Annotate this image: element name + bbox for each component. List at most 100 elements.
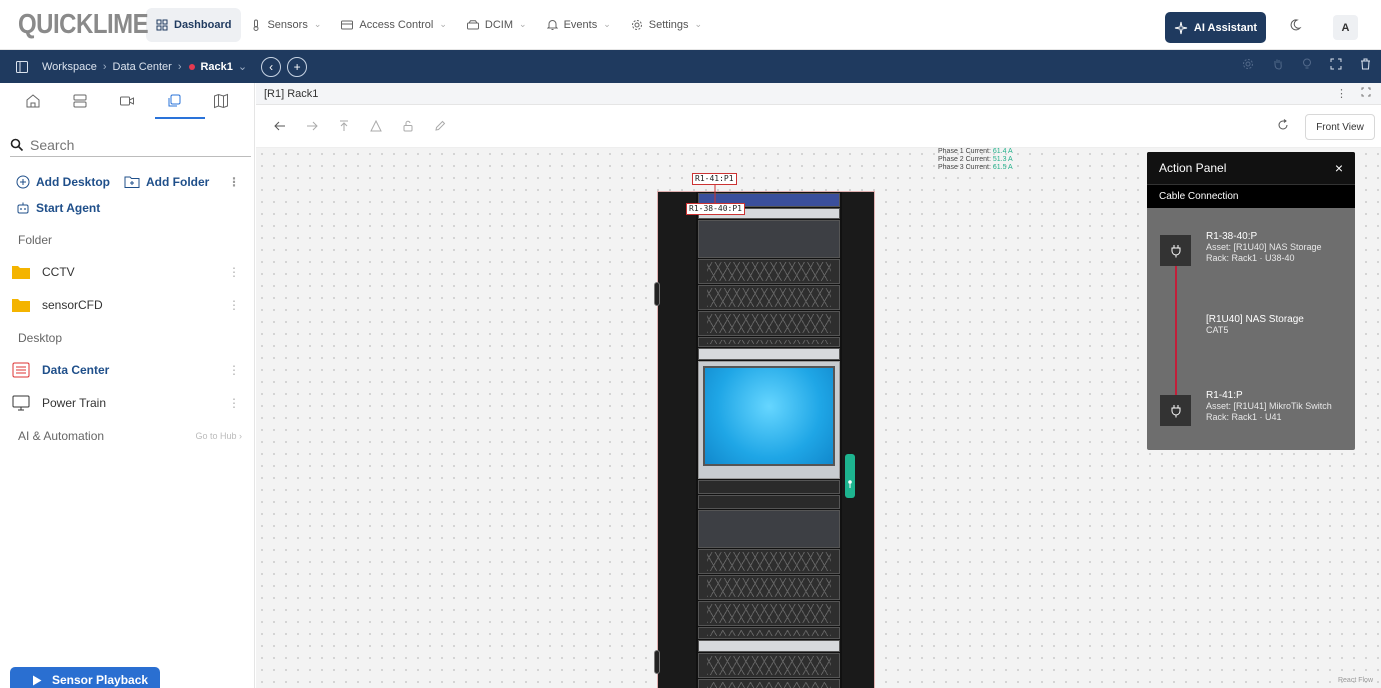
start-agent-button[interactable]: Start Agent (16, 201, 254, 215)
nav-settings[interactable]: Settings ⌄ (621, 8, 712, 42)
sensor-playback-button[interactable]: Sensor Playback (10, 667, 160, 688)
ai-assistant-label: AI Assistant (1193, 21, 1258, 34)
more-options-icon[interactable]: ⋮ (228, 396, 240, 410)
rack-unit-server[interactable] (698, 285, 840, 310)
tab-map[interactable] (201, 93, 241, 109)
plug-icon[interactable] (1160, 395, 1191, 426)
rack-canvas[interactable]: Phase 1 Current: 61.4 A Phase 2 Current:… (256, 148, 1381, 688)
more-options-icon[interactable]: ⋮ (228, 363, 240, 377)
nav-events[interactable]: Events ⌄ (537, 8, 621, 42)
cable-connector-line (1175, 266, 1177, 396)
chevron-right-icon: › (102, 60, 107, 73)
rack-unit-switch[interactable] (698, 348, 840, 360)
go-to-hub-link[interactable]: Go to Hub › (195, 431, 242, 441)
tab-cameras[interactable] (107, 93, 147, 109)
tab-home[interactable] (13, 93, 53, 109)
port-tag-r1-38-40[interactable]: R1-38-40:P1 (686, 203, 745, 215)
breadcrumb-data-center[interactable]: Data Center (113, 61, 172, 73)
rack-unit-patch-panel[interactable] (698, 480, 840, 494)
fullscreen-icon[interactable] (1330, 58, 1342, 70)
phase-1-readout: Phase 1 Current: 61.4 A (938, 148, 1013, 155)
rack-unit-server[interactable] (698, 653, 840, 678)
breadcrumb-actions (1242, 58, 1371, 70)
trash-icon[interactable] (1360, 58, 1371, 70)
close-icon[interactable]: × (1335, 160, 1343, 176)
add-button[interactable]: + (287, 56, 308, 77)
rack-unit-nas-storage[interactable] (698, 510, 840, 548)
pencil-icon[interactable] (434, 120, 446, 132)
cable-destination: R1-41:P Asset: [R1U41] MikroTik Switch R… (1206, 390, 1332, 423)
front-view-button[interactable]: Front View (1305, 114, 1375, 140)
bulb-icon[interactable] (1302, 58, 1312, 70)
folder-section-label: Folder (18, 233, 53, 247)
gear-icon (631, 19, 642, 30)
rack-door-handle[interactable] (654, 282, 660, 306)
folder-item-cctv[interactable]: CCTV ⋮ (0, 255, 254, 288)
breadcrumb-rack[interactable]: Rack1 ⌄ (189, 60, 247, 73)
add-folder-button[interactable]: Add Folder (124, 175, 209, 189)
nav-dcim[interactable]: DCIM ⌄ (457, 8, 537, 42)
sidebar-toggle-icon[interactable] (16, 60, 28, 73)
arrow-up-to-top-icon[interactable] (338, 120, 350, 132)
desktop-item-power-train[interactable]: Power Train ⋮ (0, 386, 254, 419)
desktop-item-data-center[interactable]: Data Center ⋮ (0, 353, 254, 386)
rack-unit-server[interactable] (698, 679, 840, 688)
add-desktop-label: Add Desktop (36, 175, 111, 189)
door-lock-icon[interactable] (845, 454, 855, 498)
rack-unit-switch[interactable] (698, 640, 840, 652)
rack-door-handle[interactable] (654, 650, 660, 674)
rack-unit-kvm-monitor[interactable] (698, 361, 840, 479)
port-tag-r1-41[interactable]: R1-41:P1 (692, 173, 737, 185)
sparkle-icon (1174, 21, 1188, 34)
source-rack: Rack: Rack1 · U38-40 (1206, 253, 1295, 263)
more-options-icon[interactable]: ⋮ (1336, 87, 1347, 100)
search-input[interactable] (30, 136, 230, 153)
tab-layers[interactable] (154, 93, 194, 109)
rack-unit-server[interactable] (698, 575, 840, 600)
ai-assistant-button[interactable]: AI Assistant (1165, 12, 1266, 43)
avatar[interactable]: A (1333, 15, 1358, 40)
more-options-icon[interactable]: ⋮ (228, 265, 240, 279)
rack-unit-server[interactable] (698, 601, 840, 626)
rack-unit-server[interactable] (698, 311, 840, 336)
cable-source: R1-38-40:P Asset: [R1U40] NAS Storage Ra… (1206, 231, 1322, 264)
refresh-icon[interactable] (1277, 119, 1289, 131)
chevron-down-icon: ⌄ (603, 19, 611, 29)
react-flow-attribution[interactable]: React Flow (1338, 677, 1373, 684)
nav-access-control[interactable]: Access Control ⌄ (331, 8, 457, 42)
warning-icon[interactable] (370, 120, 382, 132)
rack-unit-server[interactable] (698, 627, 840, 639)
theme-toggle[interactable] (1290, 18, 1304, 32)
add-desktop-button[interactable]: Add Desktop (16, 175, 110, 189)
breadcrumb-workspace[interactable]: Workspace (42, 61, 97, 73)
ai-automation-section: AI & Automation Go to Hub › (18, 429, 254, 443)
layers-icon (168, 94, 181, 107)
nav-dashboard[interactable]: Dashboard (146, 7, 242, 42)
more-options-icon[interactable]: ⋮ (228, 298, 240, 312)
rack-unit-server[interactable] (698, 337, 840, 347)
rack-unit-nas-storage[interactable] (698, 220, 840, 258)
plug-icon[interactable] (1160, 235, 1191, 266)
start-agent-label: Start Agent (36, 201, 101, 215)
rack-toolbar: Front View (256, 105, 1381, 148)
gear-icon[interactable] (1242, 58, 1254, 70)
folder-icon (12, 298, 30, 312)
arrow-right-icon[interactable] (306, 121, 318, 131)
folder-item-sensorcfd[interactable]: sensorCFD ⋮ (0, 288, 254, 321)
fullscreen-icon[interactable] (1361, 87, 1371, 97)
nav-sensors[interactable]: Sensors ⌄ (241, 8, 331, 42)
monitor-screen (703, 366, 835, 466)
rack-title: [R1] Rack1 (264, 87, 319, 100)
rack-unit-server[interactable] (698, 549, 840, 574)
rack-unit-server[interactable] (698, 259, 840, 284)
rack-unit-patch-panel[interactable] (698, 495, 840, 509)
back-button[interactable]: ‹ (261, 56, 282, 77)
arrow-left-icon[interactable] (274, 121, 286, 131)
search-icon (10, 138, 24, 151)
hand-icon[interactable] (1272, 58, 1284, 70)
rack[interactable] (654, 191, 875, 688)
more-options-icon[interactable]: ⋮ (228, 175, 240, 189)
tab-servers[interactable] (60, 93, 100, 109)
unlock-icon[interactable] (402, 120, 414, 132)
action-panel: Action Panel × Cable Connection R1-38-40… (1147, 152, 1355, 450)
